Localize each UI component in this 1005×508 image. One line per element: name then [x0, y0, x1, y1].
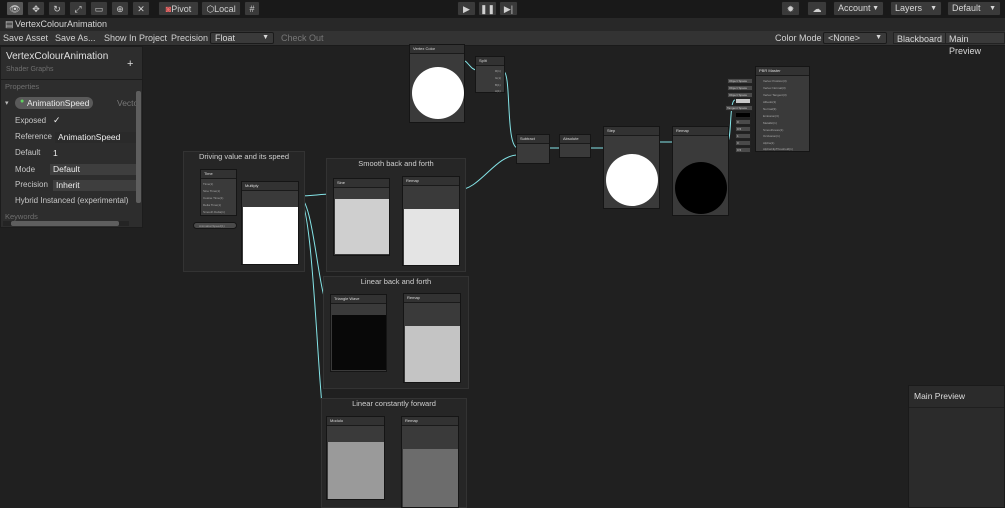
node-preview: [405, 326, 460, 382]
pbr-alpha-clip-field[interactable]: 0.5: [735, 147, 751, 153]
main-preview-title: Main Preview: [914, 391, 966, 401]
pbr-master-node[interactable]: PBR Master Vertex Position(3) Vertex Nor…: [755, 66, 810, 152]
triangle-wave-node[interactable]: Triangle Wave: [330, 294, 387, 372]
absolute-node[interactable]: Absolute: [559, 134, 591, 158]
sine-node[interactable]: Sine: [333, 178, 390, 256]
scrollbar-thumb[interactable]: [11, 221, 119, 226]
remap-node-3[interactable]: Remap: [401, 416, 459, 508]
main-preview-panel[interactable]: Main Preview: [908, 385, 1005, 508]
wire: [457, 154, 519, 191]
pbr-metallic-field[interactable]: 0: [735, 119, 751, 125]
pbr-emission-swatch[interactable]: [735, 112, 751, 118]
vertical-scrollbar[interactable]: [136, 91, 141, 203]
animation-speed-property-node[interactable]: AnimationSpeed(1): [193, 222, 237, 229]
node-preview: [335, 199, 389, 254]
node-preview: [403, 449, 458, 507]
mode-label: Mode: [15, 165, 36, 174]
pbr-albedo-swatch[interactable]: [735, 98, 751, 104]
time-node[interactable]: Time Time(1) Sine Time(1) Cosine Time(1)…: [200, 169, 237, 216]
pbr-input-space[interactable]: Object Space: [727, 78, 753, 84]
horizontal-scrollbar[interactable]: [3, 221, 129, 226]
exposed-label: Exposed: [15, 116, 47, 125]
property-name: AnimationSpeed: [27, 98, 90, 108]
blackboard-subtitle: Shader Graphs: [6, 66, 54, 73]
mode-dropdown[interactable]: Default: [50, 164, 138, 175]
blackboard-panel: VertexColourAnimation + Shader Graphs Pr…: [0, 46, 143, 228]
pbr-smoothness-field[interactable]: 0.5: [735, 126, 751, 132]
subtract-node[interactable]: Subtract: [516, 134, 550, 164]
precision-dropdown[interactable]: Inherit: [53, 180, 138, 191]
node-preview: [675, 162, 727, 214]
reference-field[interactable]: AnimationSpeed: [55, 132, 138, 143]
node-preview: [412, 67, 464, 119]
hybrid-instanced-label: Hybrid Instanced (experimental): [15, 196, 129, 205]
default-label: Default: [15, 148, 41, 157]
pbr-input-space[interactable]: Object Space: [727, 85, 753, 91]
default-field[interactable]: 1: [50, 148, 138, 159]
add-property-button[interactable]: +: [127, 58, 133, 70]
vertex-color-node[interactable]: Vertex Color: [409, 44, 465, 123]
split-node[interactable]: Split R(1) G(1) B(1) A(1): [475, 56, 505, 93]
blackboard-title: VertexColourAnimation: [6, 51, 109, 62]
property-pill[interactable]: ● AnimationSpeed: [15, 97, 93, 109]
node-preview: [332, 315, 386, 370]
remap-node-4[interactable]: Remap: [672, 126, 729, 216]
remap-node-2[interactable]: Remap: [403, 293, 461, 383]
properties-section-label: Properties: [5, 82, 40, 91]
divider: [1, 79, 142, 80]
pbr-input-space[interactable]: Tangent Space: [725, 105, 753, 111]
step-node[interactable]: Step: [603, 126, 660, 209]
keywords-section-label: Keywords: [5, 212, 38, 221]
chevron-down-icon[interactable]: ▾: [5, 99, 9, 107]
remap-node-1[interactable]: Remap: [402, 176, 460, 266]
node-preview: [243, 207, 298, 264]
divider: [909, 407, 1004, 408]
pbr-occlusion-field[interactable]: 1: [735, 133, 751, 139]
modulo-node[interactable]: Modulo: [326, 416, 385, 500]
node-preview: [404, 209, 459, 265]
pbr-alpha-field[interactable]: 0: [735, 140, 751, 146]
multiply-node[interactable]: Multiply: [241, 181, 299, 265]
node-preview: [606, 154, 658, 206]
exposed-checkbox[interactable]: ✓: [53, 115, 61, 126]
precision-label: Precision: [15, 180, 48, 189]
reference-label: Reference: [15, 132, 52, 141]
node-preview: [328, 442, 384, 499]
exposed-dot-icon: ●: [20, 98, 25, 105]
